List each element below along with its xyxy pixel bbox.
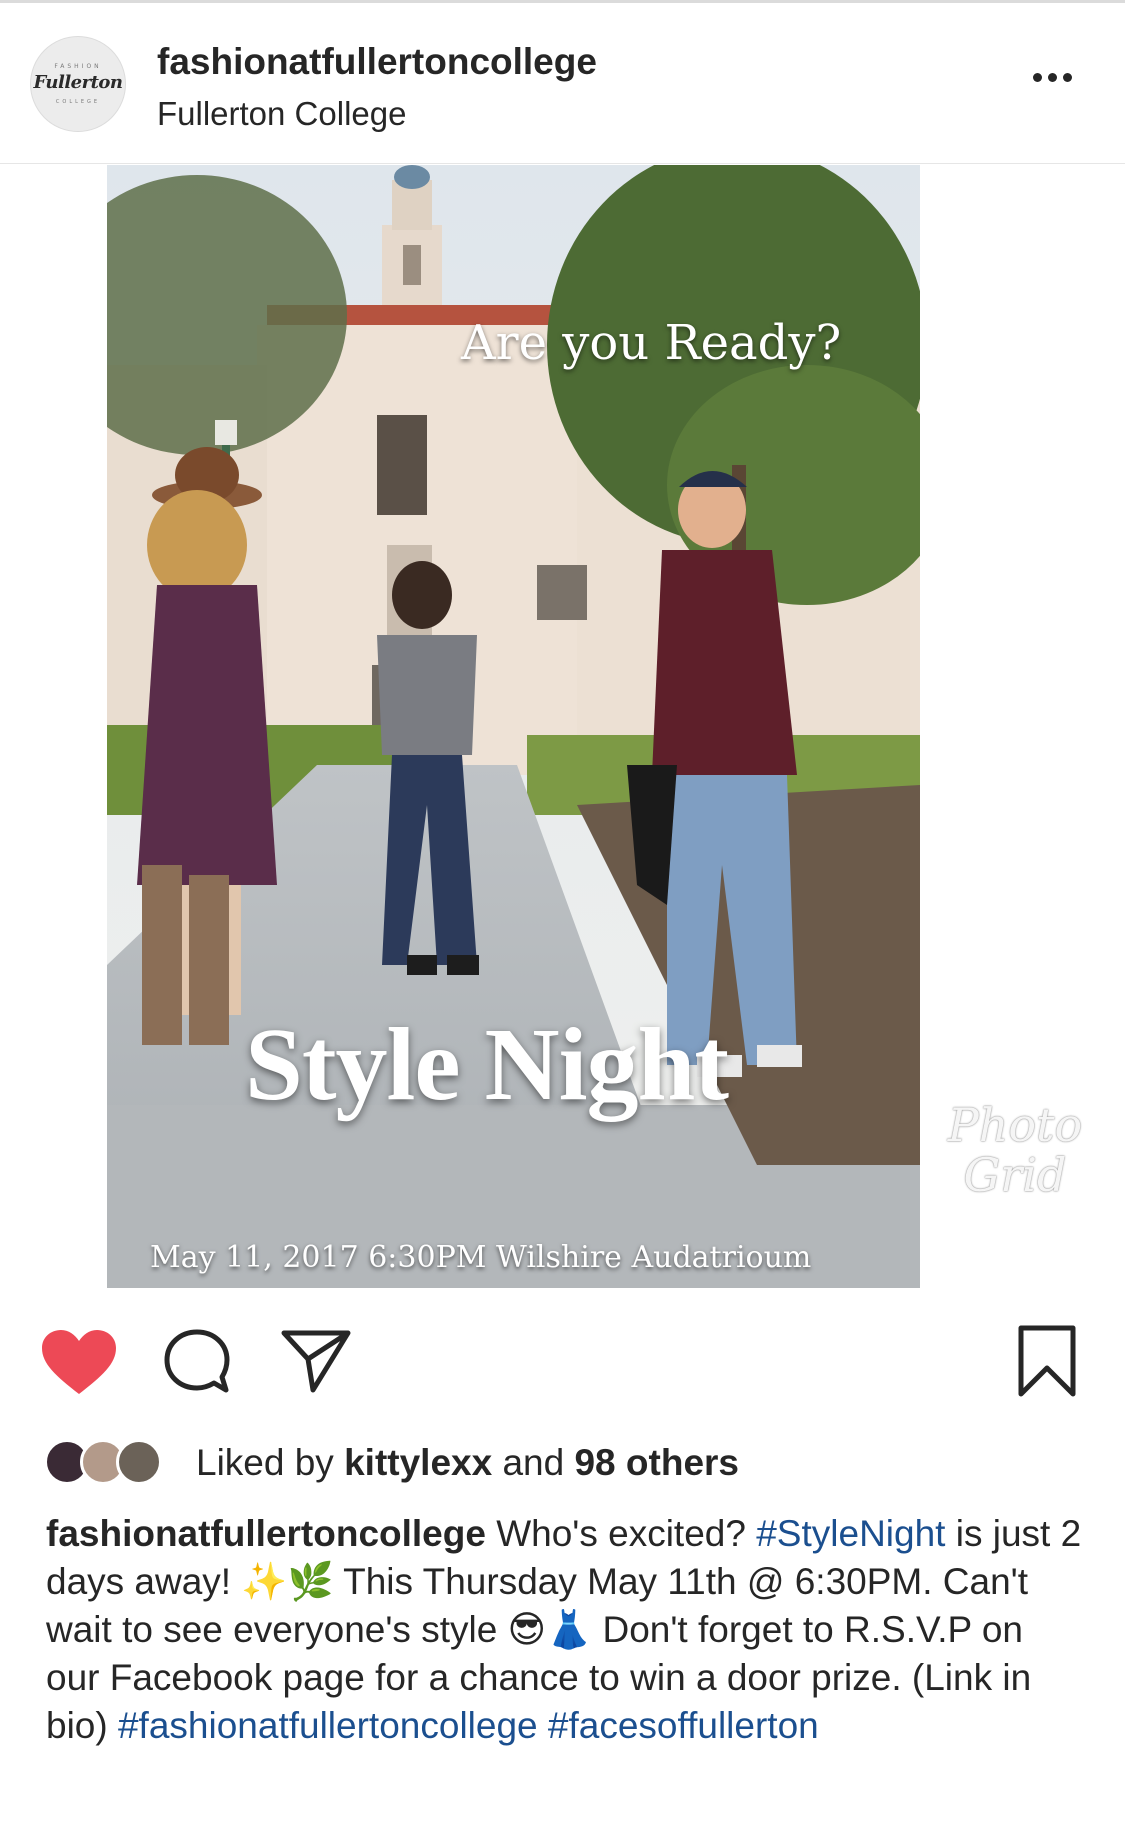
comment-bubble-icon[interactable]	[163, 1328, 231, 1396]
post-actions	[0, 1310, 1125, 1400]
post-event-details: May 11, 2017 6:30PM Wilshire Audatrioum	[150, 1240, 812, 1275]
likes-others-count[interactable]: 98 others	[574, 1442, 739, 1483]
caption-username[interactable]: fashionatfullertoncollege	[46, 1513, 486, 1554]
more-options-icon[interactable]	[1030, 61, 1090, 91]
likes-summary[interactable]: Liked by kittylexx and 98 others	[196, 1442, 739, 1484]
avatar-logo-text: Fullerton	[33, 72, 123, 93]
bookmark-icon[interactable]	[1015, 1324, 1079, 1398]
profile-avatar[interactable]: FASHION Fullerton COLLEGE	[30, 36, 126, 132]
post-username[interactable]: fashionatfullertoncollege	[157, 41, 597, 83]
photo-grid-watermark: Photo Grid	[935, 1100, 1095, 1260]
caption-text-1: Who's excited?	[485, 1513, 746, 1554]
post-location[interactable]: Fullerton College	[157, 95, 406, 133]
post-headline-text: Are you Ready?	[461, 315, 842, 371]
paper-plane-icon[interactable]	[280, 1328, 352, 1394]
post-caption: fashionatfullertoncollege Who's excited?…	[46, 1510, 1086, 1750]
liker-avatar-3[interactable]	[116, 1439, 162, 1485]
avatar-top-text: FASHION	[54, 63, 102, 70]
likes-prefix: Liked by	[196, 1442, 345, 1483]
watermark-line-2: Grid	[963, 1148, 1067, 1202]
post-header: FASHION Fullerton COLLEGE fashionatfulle…	[0, 3, 1125, 164]
avatar-bottom-text: COLLEGE	[55, 99, 101, 105]
hashtag-facesoffullerton[interactable]: #facesoffullerton	[548, 1705, 819, 1746]
hashtag-stylenight[interactable]: #StyleNight	[756, 1513, 945, 1554]
watermark-line-1: Photo	[947, 1098, 1083, 1152]
likes-row[interactable]: Liked by kittylexx and 98 others	[44, 1432, 1094, 1492]
heart-filled-icon[interactable]	[40, 1328, 118, 1398]
post-event-title: Style Night	[245, 1007, 729, 1122]
hashtag-fashionatfullertoncollege[interactable]: #fashionatfullertoncollege	[118, 1705, 538, 1746]
liker-username[interactable]: kittylexx	[344, 1442, 492, 1483]
likes-middle: and	[492, 1442, 575, 1483]
